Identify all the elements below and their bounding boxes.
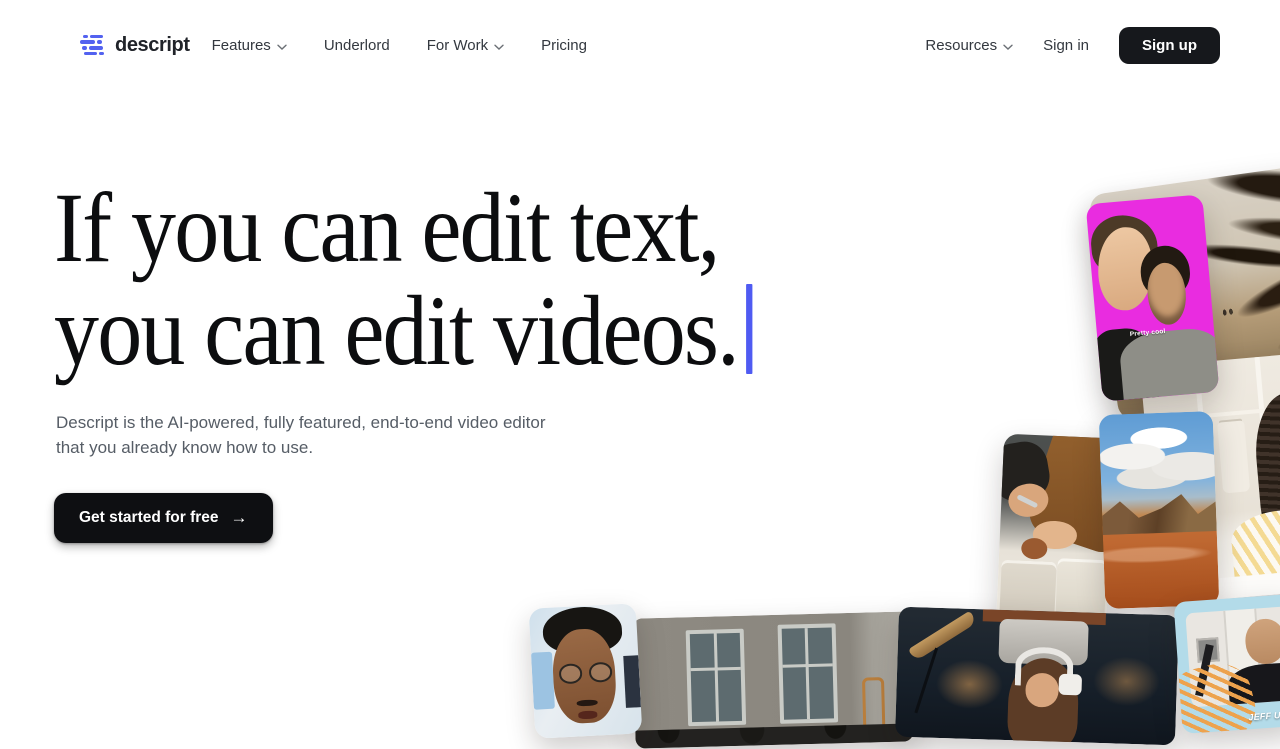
background-screen-shape xyxy=(623,655,641,708)
sign-up-button[interactable]: Sign up xyxy=(1119,27,1220,64)
hero-subtext: Descript is the AI-powered, fully featur… xyxy=(56,411,546,460)
text-cursor xyxy=(746,284,752,374)
hero-subtext-line-2: that you already know how to use. xyxy=(56,436,546,461)
rock-ridge-shape xyxy=(1101,489,1216,536)
people-silhouettes-shape xyxy=(635,723,913,748)
nav-item-pricing[interactable]: Pricing xyxy=(541,37,587,54)
descript-wordmark: descript xyxy=(115,34,190,57)
hero-heading: If you can edit text, you can edit video… xyxy=(54,176,830,382)
nav-item-resources[interactable]: Resources xyxy=(925,36,1013,55)
top-navigation: descript Features Underlord For Work Pri… xyxy=(0,0,1280,90)
arrow-right-icon: → xyxy=(231,508,248,528)
video-thumbnail-webcam-guest: JEFF UMB xyxy=(1174,594,1280,734)
chevron-down-icon xyxy=(494,38,504,55)
nav-item-label: For Work xyxy=(427,37,488,54)
chevron-down-icon xyxy=(1003,38,1013,55)
video-thumbnail-cooking xyxy=(996,434,1114,633)
video-thumbnail-glasses-man xyxy=(529,603,643,738)
nav-item-label: Resources xyxy=(925,37,997,54)
header-right-group: Resources Sign in Sign up xyxy=(925,27,1220,64)
striped-shirt-shape xyxy=(1229,505,1280,577)
sand-dune-shape xyxy=(1103,539,1219,609)
nav-item-label: Underlord xyxy=(324,37,390,54)
video-thumbnail-desert xyxy=(1099,411,1220,609)
headphones-earcup-shape xyxy=(1059,674,1082,695)
video-thumbnail-headphones-woman xyxy=(895,607,1179,746)
lamp-shade-shape xyxy=(908,611,977,662)
get-started-button[interactable]: Get started for free → xyxy=(54,493,273,543)
nav-item-underlord[interactable]: Underlord xyxy=(324,37,390,54)
video-thumbnail-studio-room xyxy=(632,611,913,748)
hero-heading-line-1: If you can edit text, xyxy=(54,176,752,279)
hero-heading-line-2-text: you can edit videos. xyxy=(54,275,738,386)
guest-name-caption: JEFF UMB xyxy=(1248,709,1280,722)
nav-item-features[interactable]: Features xyxy=(212,36,287,55)
chevron-down-icon xyxy=(277,38,287,55)
window-shape xyxy=(685,629,746,727)
get-started-label: Get started for free xyxy=(79,509,219,527)
hero-subtext-line-1: Descript is the AI-powered, fully featur… xyxy=(56,411,546,436)
descript-logo[interactable]: descript xyxy=(80,33,190,57)
primary-nav: Features Underlord For Work Pricing xyxy=(212,36,587,55)
nav-item-for-work[interactable]: For Work xyxy=(427,36,504,55)
nav-item-label: Features xyxy=(212,37,271,54)
background-screen-shape xyxy=(531,652,555,710)
hanging-garment-shape xyxy=(1217,420,1250,493)
sign-in-link[interactable]: Sign in xyxy=(1043,37,1089,54)
window-shape xyxy=(777,624,838,724)
hero-heading-line-2: you can edit videos. xyxy=(54,279,752,382)
video-thumbnail-pink-duo: Pretty cool xyxy=(1086,194,1220,401)
nav-item-label: Pricing xyxy=(541,37,587,54)
descript-logo-icon xyxy=(80,33,106,57)
